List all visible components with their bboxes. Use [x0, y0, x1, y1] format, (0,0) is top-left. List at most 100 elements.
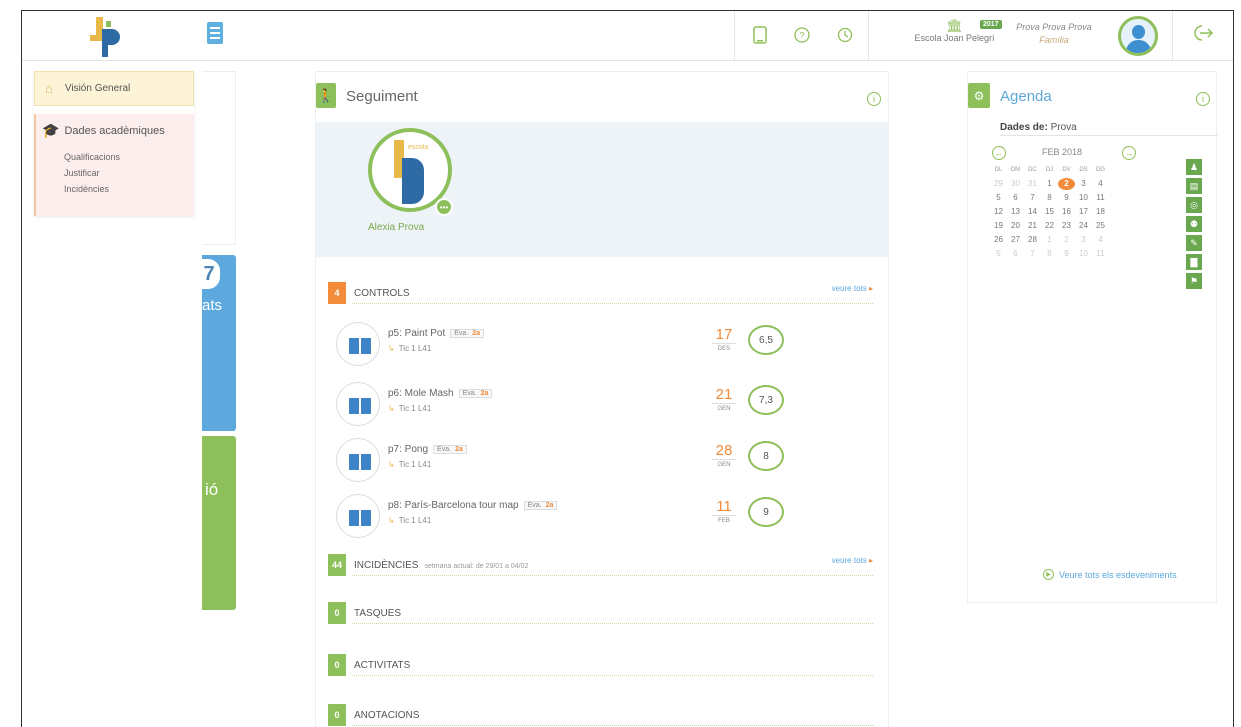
- summary-card-blue[interactable]: 7 ats: [198, 255, 236, 431]
- calendar-day[interactable]: 5: [990, 248, 1007, 260]
- calendar-day[interactable]: 24: [1075, 220, 1092, 232]
- control-grade: 6,5: [748, 325, 784, 355]
- calendar-day[interactable]: 28: [1024, 234, 1041, 246]
- summary-card-label: ats: [202, 297, 223, 314]
- menu-toggle-button[interactable]: [207, 22, 223, 44]
- student-card: escola ••• Alexia Prova: [316, 122, 888, 257]
- more-icon[interactable]: •••: [435, 198, 453, 216]
- user-avatar[interactable]: [1118, 16, 1158, 56]
- history-icon[interactable]: [835, 25, 855, 45]
- calendar-day[interactable]: 8: [1041, 192, 1058, 204]
- group-icon[interactable]: ⚉: [1186, 216, 1202, 232]
- calendar-day[interactable]: 27: [1007, 234, 1024, 246]
- subject-arrow-icon: ↳: [388, 460, 395, 469]
- calendar-day[interactable]: 2: [1058, 178, 1075, 190]
- person-icon[interactable]: ♟: [1186, 159, 1202, 175]
- controls-count-badge: 4: [328, 282, 346, 304]
- seguiment-header: 🚶 Seguiment i: [316, 72, 888, 122]
- chart-icon[interactable]: ▇: [1186, 254, 1202, 270]
- app-frame: ? 🏛 Escola Joan Pelegrí 2017 Prova Prova…: [21, 10, 1234, 727]
- next-month-icon[interactable]: →: [1122, 146, 1136, 160]
- calendar-day[interactable]: 1: [1041, 178, 1058, 190]
- calendar-day[interactable]: 30: [1007, 178, 1024, 190]
- control-item[interactable]: p8: París-Barcelona tour map Eva. 2a ↳ Tic …: [336, 494, 816, 540]
- calendar-day[interactable]: 7: [1024, 192, 1041, 204]
- prev-month-icon[interactable]: ←: [992, 146, 1006, 160]
- user-info[interactable]: Prova Prova Prova Família: [1014, 21, 1094, 47]
- sidebar-subitem-justify[interactable]: Justificar: [36, 167, 194, 179]
- target-icon[interactable]: ◎: [1186, 197, 1202, 213]
- section-anotacions[interactable]: 0 ANOTACIONS: [328, 704, 873, 727]
- calendar-day[interactable]: 13: [1007, 206, 1024, 218]
- weekday-label: DV: [1062, 167, 1071, 173]
- section-activitats[interactable]: 0 ACTIVITATS: [328, 654, 873, 680]
- sidebar-item-academic[interactable]: 🎓 Dades acadèmiques: [36, 122, 194, 139]
- calendar-day[interactable]: 19: [990, 220, 1007, 232]
- weekday-label: DJ: [1045, 167, 1054, 173]
- see-all-incidencies-link[interactable]: veure tots ▸: [832, 556, 873, 565]
- tablet-icon[interactable]: [750, 25, 770, 45]
- flag-icon[interactable]: ⚑: [1186, 273, 1202, 289]
- calendar-day[interactable]: 3: [1075, 234, 1092, 246]
- section-label: ANOTACIONS: [354, 710, 420, 721]
- help-icon[interactable]: ?: [792, 25, 812, 45]
- calendar-day[interactable]: 29: [990, 178, 1007, 190]
- see-all-controls-link[interactable]: veure tots ▸: [832, 284, 873, 293]
- control-item[interactable]: p5: Paint Pot Eva. 2a ↳ Tic 1 L41 17 DES 6,5: [336, 322, 816, 368]
- sidebar-item-overview[interactable]: ⌂ Visión General: [34, 71, 194, 106]
- control-title: p6: Mole Mash: [388, 388, 454, 399]
- child-icon: 🚶: [316, 83, 336, 108]
- calendar-day[interactable]: 22: [1041, 220, 1058, 232]
- control-subject: Tic 1 L41: [398, 344, 432, 353]
- calendar-day[interactable]: 5: [990, 192, 1007, 204]
- play-icon: ▶: [1043, 569, 1054, 580]
- pencil-icon[interactable]: ✎: [1186, 235, 1202, 251]
- calendar-day[interactable]: 20: [1007, 220, 1024, 232]
- calendar-day[interactable]: 14: [1024, 206, 1041, 218]
- calendar-day[interactable]: 7: [1024, 248, 1041, 260]
- student-name[interactable]: Alexia Prova: [368, 222, 424, 233]
- calendar-day[interactable]: 16: [1058, 206, 1075, 218]
- calendar-day[interactable]: 25: [1092, 220, 1109, 232]
- calendar-day[interactable]: 11: [1092, 192, 1109, 204]
- agenda-toolbar: ♟ ▤ ◎ ⚉ ✎ ▇ ⚑: [1186, 159, 1202, 292]
- calendar-day[interactable]: 26: [990, 234, 1007, 246]
- calendar-day[interactable]: 21: [1024, 220, 1041, 232]
- calendar-day[interactable]: 11: [1092, 248, 1109, 260]
- panel-title: Agenda: [1000, 88, 1052, 105]
- calendar-day[interactable]: 23: [1058, 220, 1075, 232]
- calendar-icon[interactable]: ▤: [1186, 178, 1202, 194]
- calendar-day[interactable]: 12: [990, 206, 1007, 218]
- calendar-day[interactable]: 2: [1058, 234, 1075, 246]
- calendar-day[interactable]: 6: [1007, 248, 1024, 260]
- summary-card-green[interactable]: ió: [202, 436, 236, 610]
- control-date: 21 GEN: [712, 386, 736, 414]
- calendar-day[interactable]: 17: [1075, 206, 1092, 218]
- agenda-panel: ⚙ Agenda i Dades de: Prova ← FEB 2018 → …: [967, 71, 1218, 603]
- sidebar-subitem-incidents[interactable]: Incidències: [36, 183, 194, 195]
- see-all-events-link[interactable]: ▶ Veure tots els esdeveniments: [1043, 569, 1177, 580]
- section-tasques[interactable]: 0 TASQUES: [328, 602, 873, 628]
- calendar-day[interactable]: 6: [1007, 192, 1024, 204]
- calendar-day[interactable]: 9: [1058, 192, 1075, 204]
- calendar-day[interactable]: 3: [1075, 178, 1092, 190]
- calendar-day[interactable]: 4: [1092, 234, 1109, 246]
- calendar-day[interactable]: 4: [1092, 178, 1109, 190]
- control-item[interactable]: p6: Mole Mash Eva. 2a ↳ Tic 1 L41 21 GEN 7,3: [336, 382, 816, 428]
- calendar-day[interactable]: 15: [1041, 206, 1058, 218]
- calendar-day[interactable]: 1: [1041, 234, 1058, 246]
- info-icon[interactable]: i: [1196, 92, 1210, 106]
- calendar-day[interactable]: 10: [1075, 192, 1092, 204]
- weekday-label: DC: [1028, 167, 1037, 173]
- app-logo[interactable]: [86, 15, 126, 59]
- control-item[interactable]: p7: Pong Eva. 2a ↳ Tic 1 L41 28 GEN 8: [336, 438, 816, 484]
- calendar-day[interactable]: 9: [1058, 248, 1075, 260]
- summary-card-label: ió: [205, 480, 219, 499]
- calendar-day[interactable]: 31: [1024, 178, 1041, 190]
- calendar-day[interactable]: 8: [1041, 248, 1058, 260]
- logout-icon[interactable]: [1192, 23, 1214, 48]
- calendar-day[interactable]: 18: [1092, 206, 1109, 218]
- calendar-day[interactable]: 10: [1075, 248, 1092, 260]
- sidebar-subitem-grades[interactable]: Qualificacions: [36, 151, 194, 163]
- info-icon[interactable]: i: [867, 92, 881, 106]
